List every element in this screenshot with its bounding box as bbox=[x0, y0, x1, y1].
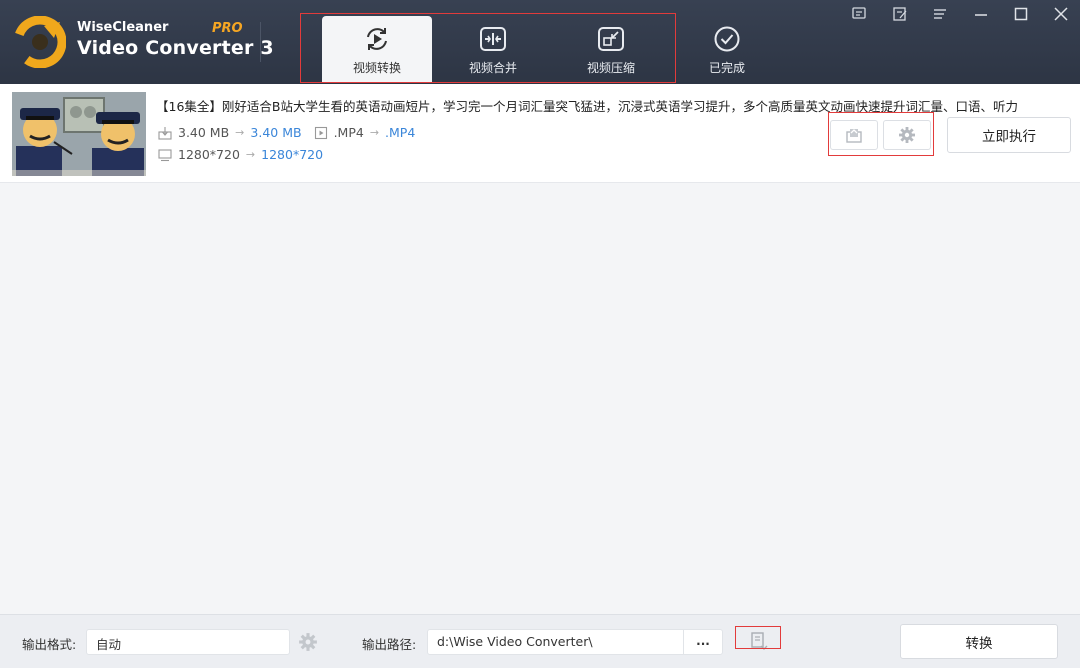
menu-icon bbox=[934, 9, 946, 19]
check-circle-icon bbox=[714, 26, 740, 52]
header-divider bbox=[260, 22, 261, 62]
feedback-button[interactable] bbox=[848, 4, 870, 24]
run-now-button[interactable]: 立即执行 bbox=[947, 117, 1071, 153]
app-logo-icon bbox=[14, 16, 66, 68]
arrow: → bbox=[245, 148, 256, 161]
size-source: 3.40 MB bbox=[178, 125, 230, 140]
app-title: Video Converter 3 bbox=[77, 37, 274, 59]
format-source: .MP4 bbox=[333, 125, 364, 140]
convert-button[interactable]: 转换 bbox=[900, 624, 1058, 659]
edit-note-icon bbox=[893, 7, 907, 21]
item-settings-button[interactable] bbox=[883, 120, 931, 150]
tab-video-merge[interactable]: 视频合并 bbox=[438, 16, 548, 82]
arrow: → bbox=[369, 126, 380, 139]
size-format-row: 3.40 MB → 3.40 MB .MP4 → .MP4 bbox=[158, 125, 415, 140]
format-target: .MP4 bbox=[385, 125, 416, 140]
compress-icon bbox=[598, 27, 624, 51]
resolution-target: 1280*720 bbox=[261, 147, 324, 162]
tab-label: 视频转换 bbox=[352, 61, 401, 75]
output-path-label: 输出路径: bbox=[362, 637, 417, 652]
export-button[interactable] bbox=[830, 120, 878, 150]
export-icon bbox=[846, 129, 862, 143]
monitor-icon bbox=[158, 148, 172, 161]
open-folder-icon[interactable] bbox=[749, 631, 769, 651]
output-format-select[interactable]: 自动 bbox=[86, 629, 290, 655]
menu-button[interactable] bbox=[929, 4, 951, 24]
merge-icon bbox=[480, 27, 506, 51]
tab-label: 已完成 bbox=[708, 61, 745, 75]
output-format-label: 输出格式: bbox=[22, 637, 77, 652]
maximize-icon bbox=[1014, 7, 1028, 21]
file-size-icon bbox=[158, 126, 172, 140]
tab-completed[interactable]: 已完成 bbox=[672, 16, 782, 82]
gear-icon bbox=[899, 127, 915, 143]
feedback-icon bbox=[852, 7, 866, 19]
tab-video-compress[interactable]: 视频压缩 bbox=[556, 16, 666, 82]
video-thumbnail bbox=[12, 92, 146, 176]
maximize-button[interactable] bbox=[1010, 4, 1032, 24]
refresh-play-icon bbox=[367, 28, 387, 50]
brand-name: WiseCleaner bbox=[77, 20, 169, 35]
edit-button[interactable] bbox=[889, 4, 911, 24]
resolution-source: 1280*720 bbox=[178, 147, 240, 162]
video-format-icon bbox=[314, 126, 327, 139]
arrow: → bbox=[235, 126, 245, 139]
minimize-button[interactable] bbox=[970, 4, 992, 24]
title-bar: WiseCleaner Video Converter 3 PRO 视频转换 视… bbox=[0, 0, 1080, 84]
resolution-row: 1280*720 → 1280*720 bbox=[158, 147, 323, 162]
close-icon bbox=[1054, 7, 1068, 21]
tab-video-convert[interactable]: 视频转换 bbox=[322, 16, 432, 82]
browse-button[interactable]: ... bbox=[683, 629, 723, 655]
format-settings-gear-icon[interactable] bbox=[298, 632, 318, 652]
pro-badge: PRO bbox=[212, 21, 243, 36]
tab-label: 视频合并 bbox=[468, 61, 517, 75]
output-path-input[interactable]: d:\Wise Video Converter\ bbox=[427, 629, 684, 655]
minimize-icon bbox=[975, 14, 987, 16]
close-button[interactable] bbox=[1050, 4, 1072, 24]
tab-label: 视频压缩 bbox=[586, 61, 635, 75]
video-title: 【16集全】刚好适合B站大学生看的英语动画短片，学习完一个月词汇量突飞猛进，沉浸… bbox=[156, 99, 1018, 114]
size-target: 3.40 MB bbox=[250, 125, 302, 140]
